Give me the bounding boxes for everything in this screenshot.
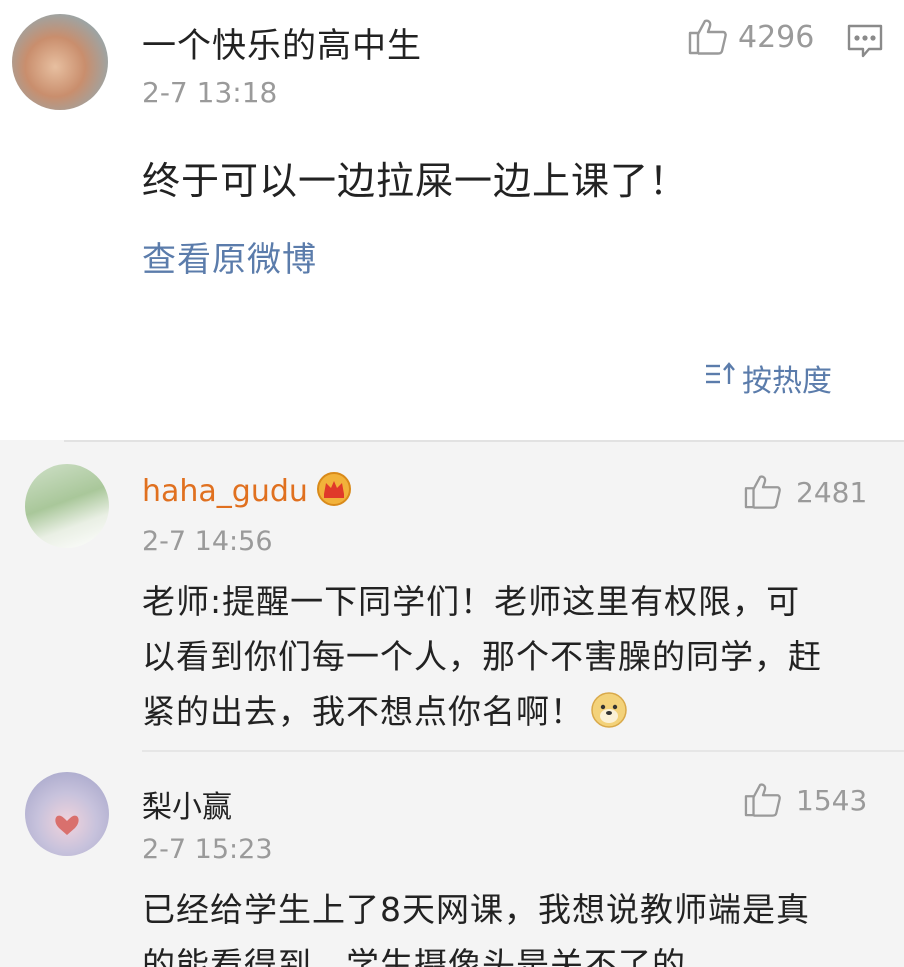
comment-text-line: 的能看得到，学生摄像头是关不了的: [142, 945, 686, 967]
comment-like-count: 2481: [796, 475, 868, 509]
section-divider: [64, 440, 904, 442]
post-text: 终于可以一边拉屎一边上课了！: [142, 159, 689, 203]
comment-time: 2-7 14:56: [142, 526, 273, 557]
comment-text-line: 以看到你们每一个人，那个不害臊的同学，赶: [142, 637, 822, 676]
view-original-link[interactable]: 查看原微博: [142, 232, 317, 281]
sort-label: 按热度: [742, 364, 832, 399]
comment-text-line: 紧的出去，我不想点你名啊！: [142, 692, 584, 731]
sort-icon: [704, 360, 742, 396]
post-author-avatar[interactable]: [12, 14, 108, 110]
thumbs-up-icon: [744, 474, 782, 510]
original-post: 一个快乐的高中生 2-7 13:18 4296 终于可以一边拉屎一边上课了！ 查…: [0, 0, 904, 440]
thumbs-up-icon: [688, 18, 728, 56]
weibo-comment-page: 一个快乐的高中生 2-7 13:18 4296 终于可以一边拉屎一边上课了！ 查…: [0, 0, 904, 967]
comment-text-line-last: 紧的出去，我不想点你名啊！: [142, 684, 822, 745]
doge-emoji: [590, 690, 628, 745]
comment-divider: [142, 750, 904, 752]
comment-text: 已经给学生上了8天网课，我想说教师端是真 的能看得到，学生摄像头是关不了的: [142, 882, 810, 967]
comment-user-name[interactable]: haha_gudu: [142, 474, 308, 509]
crown-icon: [316, 472, 352, 510]
comment-avatar[interactable]: [25, 772, 109, 856]
comment-like-button[interactable]: 2481: [744, 474, 867, 510]
comment-text-line: 已经给学生上了8天网课，我想说教师端是真: [142, 890, 810, 929]
comment-like-button[interactable]: 1543: [744, 782, 867, 818]
comment-text-line: 老师:提醒一下同学们！老师这里有权限，可: [142, 582, 801, 621]
thumbs-up-icon: [744, 782, 782, 818]
comment-bubble-icon[interactable]: [846, 22, 884, 60]
comment-time: 2-7 15:23: [142, 834, 273, 865]
comment-user-name[interactable]: 梨小赢: [142, 782, 232, 826]
post-like-button[interactable]: 4296: [688, 18, 814, 56]
comment-like-count: 1543: [796, 783, 868, 817]
comment-text: 老师:提醒一下同学们！老师这里有权限，可 以看到你们每一个人，那个不害臊的同学，…: [142, 574, 822, 745]
post-time: 2-7 13:18: [142, 76, 278, 109]
post-like-count: 4296: [738, 19, 815, 55]
sort-by-hot-button[interactable]: 按热度: [704, 356, 832, 400]
comment-avatar[interactable]: [25, 464, 109, 548]
post-author-name[interactable]: 一个快乐的高中生: [142, 18, 422, 67]
